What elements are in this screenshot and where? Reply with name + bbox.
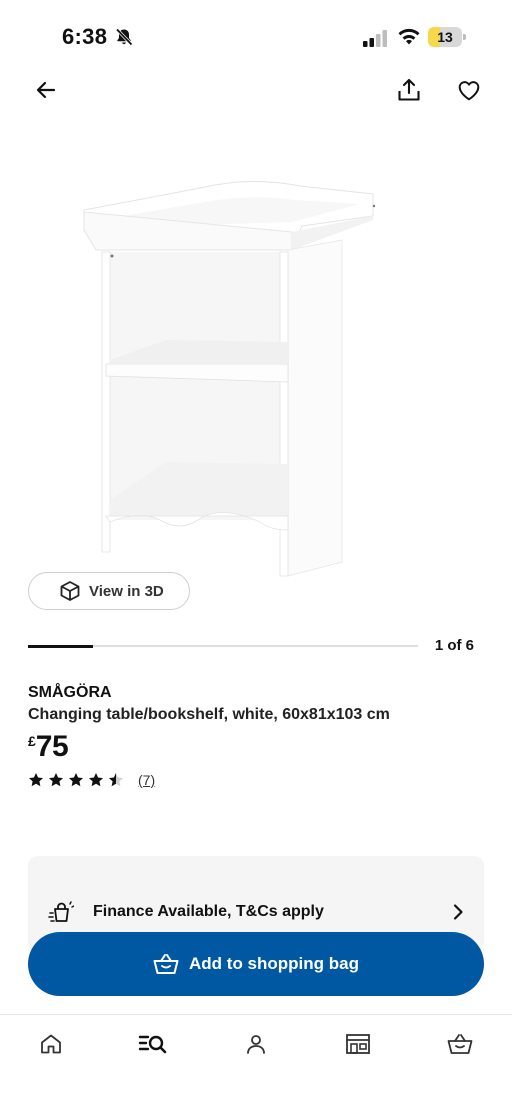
- status-bar: 6:38 13: [0, 0, 512, 76]
- finance-text: Finance Available, T&Cs apply: [93, 903, 324, 920]
- star-full-icon: [29, 773, 43, 787]
- gallery-progress-track: [28, 644, 418, 648]
- add-to-shopping-bag-button[interactable]: Add to shopping bag: [28, 932, 484, 996]
- star-full-icon: [69, 773, 83, 787]
- gallery-progress-fill: [28, 644, 93, 648]
- bell-muted-icon: [115, 28, 133, 46]
- product-rating[interactable]: (7): [28, 772, 155, 788]
- price-currency: £: [28, 733, 36, 749]
- tab-profile[interactable]: [234, 1029, 278, 1059]
- tab-search[interactable]: [131, 1029, 175, 1059]
- arrow-left-icon: [36, 81, 56, 99]
- add-to-shopping-bag-label: Add to shopping bag: [189, 954, 359, 973]
- tab-home[interactable]: [29, 1029, 73, 1059]
- shopping-bag-sparkle-icon: [48, 901, 74, 922]
- review-count-link[interactable]: (7): [138, 772, 155, 788]
- battery-cap: [463, 34, 466, 40]
- home-icon: [41, 1034, 61, 1054]
- heart-icon: [458, 81, 480, 101]
- price-value: 75: [35, 730, 69, 763]
- battery-indicator: 13: [428, 27, 466, 47]
- product-price: £ 75: [28, 730, 69, 764]
- view-in-3d-label: View in 3D: [89, 582, 164, 600]
- gallery-pager: 1 of 6: [434, 637, 474, 654]
- bottom-tab-bar: [0, 1014, 512, 1112]
- chevron-right-icon: [453, 904, 463, 920]
- share-icon: [398, 78, 420, 101]
- tab-stores[interactable]: [336, 1029, 380, 1059]
- store-icon: [346, 1034, 370, 1054]
- battery-level: 13: [437, 29, 453, 45]
- tab-shopping-bag[interactable]: [438, 1029, 482, 1059]
- back-button[interactable]: [26, 70, 66, 110]
- basket-icon: [153, 954, 179, 974]
- basket-icon: [447, 1034, 473, 1054]
- product-description: Changing table/bookshelf, white, 60x81x1…: [28, 706, 390, 723]
- battery-body: 13: [428, 27, 462, 47]
- search-list-icon: [138, 1035, 167, 1054]
- product-name: SMÅGÖRA: [28, 684, 112, 701]
- star-full-icon: [89, 773, 103, 787]
- cellular-signal-icon: [363, 30, 387, 47]
- view-in-3d-button[interactable]: View in 3D: [28, 572, 190, 610]
- product-image[interactable]: [70, 170, 390, 590]
- cube-icon: [60, 581, 80, 601]
- wifi-icon: [398, 28, 420, 45]
- favourite-button[interactable]: [449, 70, 489, 110]
- share-button[interactable]: [389, 70, 429, 110]
- status-time: 6:38: [62, 24, 108, 49]
- star-full-icon: [49, 773, 63, 787]
- profile-icon: [247, 1035, 265, 1054]
- star-half-icon: [109, 773, 123, 787]
